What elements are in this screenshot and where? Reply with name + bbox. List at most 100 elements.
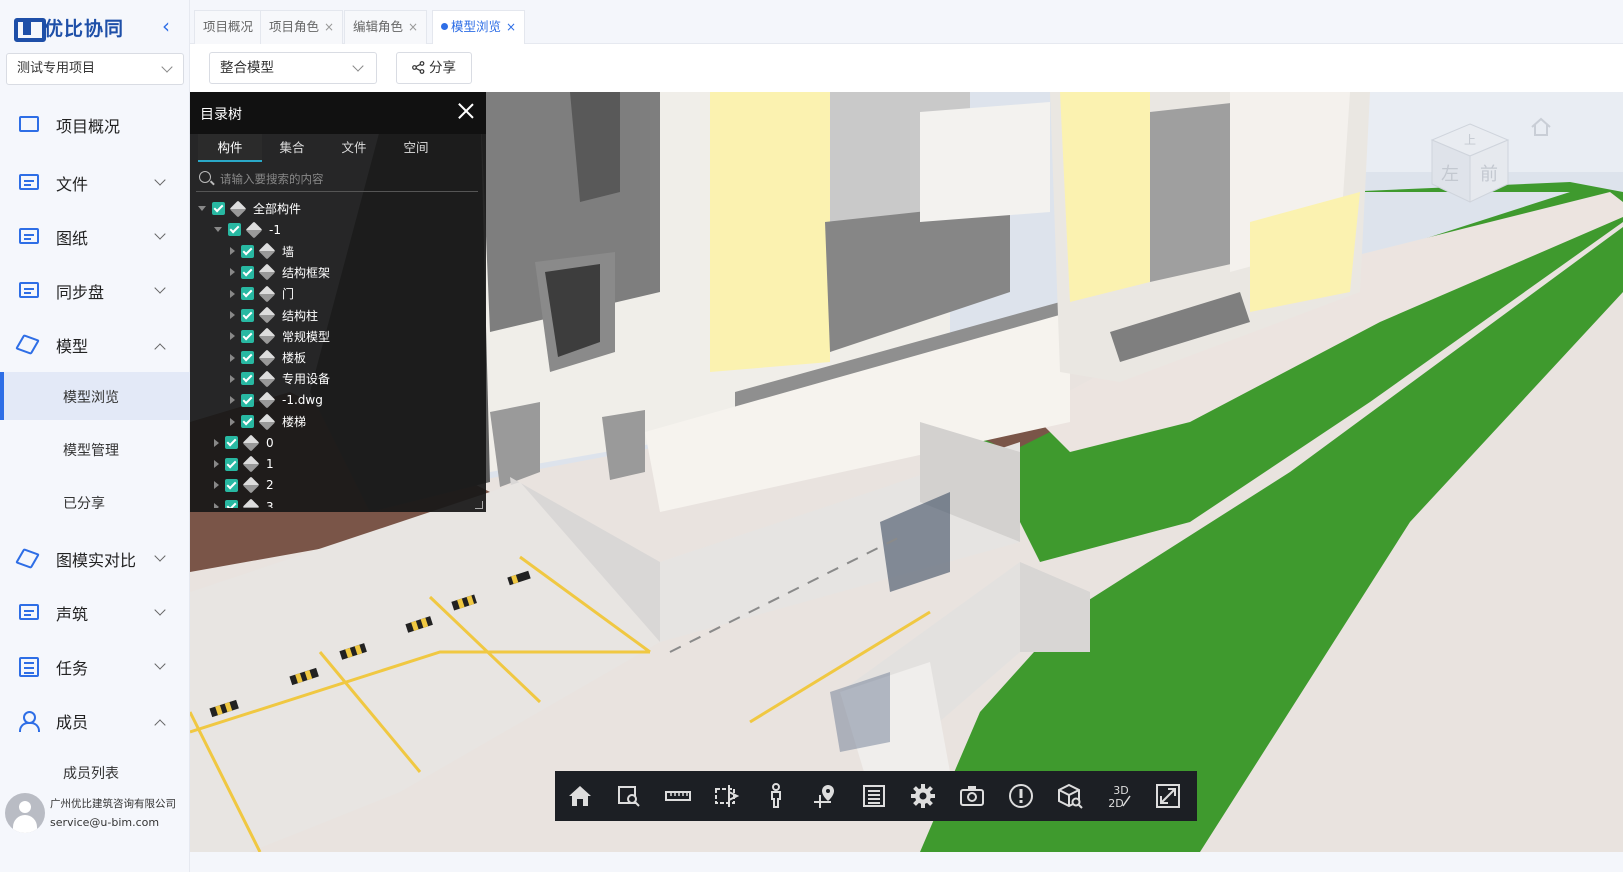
tab-edit-role[interactable]: 编辑角色 ×	[344, 10, 428, 44]
tree-node[interactable]: 楼梯	[230, 411, 306, 432]
sidebar-subitem-model-manage[interactable]: 模型管理	[0, 425, 190, 473]
sidebar-item-acoustic[interactable]: 声筑	[0, 591, 190, 635]
avatar[interactable]	[5, 793, 45, 833]
zoom-area-tool[interactable]	[604, 771, 653, 821]
location-tool[interactable]	[800, 771, 849, 821]
tree-node[interactable]: 3	[214, 496, 274, 508]
tree-node[interactable]: 常规模型	[230, 326, 330, 347]
close-icon[interactable]	[458, 103, 474, 119]
user-card[interactable]: 广州优比建筑咨询有限公司 service@u-bim.com	[0, 790, 190, 840]
view-cube-top-label[interactable]: 上	[1464, 133, 1476, 147]
snapshot-tool[interactable]	[947, 771, 996, 821]
walk-tool[interactable]	[751, 771, 800, 821]
caret-right-icon[interactable]	[230, 353, 235, 362]
view-cube-front-label[interactable]: 前	[1480, 164, 1498, 185]
chevron-left-icon[interactable]: ‹	[156, 14, 176, 38]
measure-tool[interactable]	[653, 771, 702, 821]
tree-node[interactable]: -1.dwg	[230, 390, 323, 411]
tab-project-overview[interactable]: 项目概况	[194, 10, 263, 44]
tree-search-input[interactable]	[220, 169, 470, 189]
section-tool[interactable]	[702, 771, 751, 821]
caret-right-icon[interactable]	[214, 502, 219, 508]
tree-node[interactable]: 全部构件	[198, 198, 301, 219]
checkbox-checked[interactable]	[241, 393, 254, 407]
model-select[interactable]: 整合模型	[209, 52, 377, 84]
fullscreen-tool[interactable]	[1143, 771, 1192, 821]
share-button[interactable]: 分享	[396, 52, 472, 84]
close-icon[interactable]: ×	[506, 20, 516, 34]
checkbox-checked[interactable]	[225, 436, 238, 450]
tree-node[interactable]: 墙	[230, 241, 294, 262]
close-icon[interactable]: ×	[408, 20, 418, 34]
checkbox-checked[interactable]	[225, 500, 238, 508]
caret-right-icon[interactable]	[230, 396, 235, 405]
sidebar-item-tasks[interactable]: 任务	[0, 645, 190, 689]
checkbox-checked[interactable]	[241, 351, 254, 365]
checkbox-checked[interactable]	[241, 329, 254, 343]
view-cube-left-label[interactable]: 左	[1441, 164, 1459, 185]
caret-right-icon[interactable]	[230, 247, 235, 256]
tree-tab-spaces[interactable]: 空间	[384, 134, 448, 162]
checkbox-checked[interactable]	[241, 308, 254, 322]
sidebar-item-model[interactable]: 模型	[0, 323, 190, 367]
tree-node[interactable]: -1	[214, 219, 281, 240]
checkbox-checked[interactable]	[241, 415, 254, 428]
tree-node[interactable]: 1	[214, 454, 274, 475]
caret-right-icon[interactable]	[230, 289, 235, 298]
checkbox-checked[interactable]	[225, 478, 238, 492]
tree-node[interactable]: 结构柱	[230, 305, 318, 326]
tab-model-browse[interactable]: 模型浏览 ×	[432, 10, 526, 44]
checkbox-checked[interactable]	[228, 223, 241, 237]
sidebar-item-overview[interactable]: 项目概况	[0, 103, 190, 147]
sidebar-subitem-model-browse[interactable]: 模型浏览	[0, 372, 190, 420]
model-tree-tool[interactable]	[1045, 771, 1094, 821]
checkbox-checked[interactable]	[241, 287, 254, 301]
caret-right-icon[interactable]	[214, 481, 219, 490]
settings-tool[interactable]	[898, 771, 947, 821]
app-logo[interactable]: 优比协同	[14, 12, 124, 42]
tab-project-roles[interactable]: 项目角色 ×	[260, 10, 344, 44]
sidebar-item-sync[interactable]: 同步盘	[0, 269, 190, 313]
caret-right-icon[interactable]	[214, 460, 219, 469]
resize-handle-icon[interactable]	[475, 501, 483, 509]
tree-tab-files[interactable]: 文件	[322, 134, 386, 162]
checkbox-checked[interactable]	[241, 265, 254, 279]
tree-node[interactable]: 专用设备	[230, 368, 330, 389]
tree-panel-header[interactable]: 目录树	[190, 92, 486, 134]
properties-tool[interactable]	[849, 771, 898, 821]
caret-right-icon[interactable]	[230, 268, 235, 277]
sidebar-item-drawings[interactable]: 图纸	[0, 215, 190, 259]
tree-tab-collections[interactable]: 集合	[260, 134, 324, 162]
checkbox-checked[interactable]	[212, 202, 225, 215]
caret-down-icon[interactable]	[214, 227, 222, 233]
model-viewport[interactable]: 上 左 前 目录树 构件 集合 文件 空间 全部构件 -1墙结构框架门结构柱常规模…	[190, 92, 1623, 852]
sidebar-subitem-member-list[interactable]: 成员列表	[0, 748, 190, 796]
tree-tab-components[interactable]: 构件	[198, 134, 262, 162]
close-icon[interactable]: ×	[324, 20, 334, 34]
tree-node[interactable]: 0	[214, 432, 274, 453]
sidebar-item-compare[interactable]: 图模实对比	[0, 537, 190, 581]
home-tool[interactable]	[555, 771, 604, 821]
tree-node[interactable]: 结构框架	[230, 262, 330, 283]
tree-node[interactable]: 2	[214, 475, 274, 496]
sidebar-item-members[interactable]: 成员	[0, 699, 190, 743]
caret-right-icon[interactable]	[230, 332, 235, 341]
view-mode-tool[interactable]: 3D 2D	[1094, 771, 1143, 821]
chevron-down-icon	[154, 550, 166, 562]
caret-right-icon[interactable]	[214, 438, 219, 447]
tree-node[interactable]: 楼板	[230, 347, 306, 368]
tree-node[interactable]: 门	[230, 283, 294, 304]
caret-right-icon[interactable]	[230, 374, 235, 383]
checkbox-checked[interactable]	[241, 244, 254, 258]
sidebar-subitem-shared[interactable]: 已分享	[0, 478, 190, 526]
caret-down-icon[interactable]	[198, 206, 206, 211]
checkbox-checked[interactable]	[225, 457, 238, 471]
view-cube[interactable]: 上 左 前	[1428, 122, 1512, 206]
sidebar-item-files[interactable]: 文件	[0, 161, 190, 205]
project-select[interactable]: 测试专用项目	[6, 53, 184, 85]
caret-right-icon[interactable]	[230, 311, 235, 319]
checkbox-checked[interactable]	[241, 372, 254, 386]
issue-tool[interactable]	[996, 771, 1045, 821]
caret-right-icon[interactable]	[230, 417, 235, 426]
home-view-icon[interactable]	[1530, 116, 1552, 138]
